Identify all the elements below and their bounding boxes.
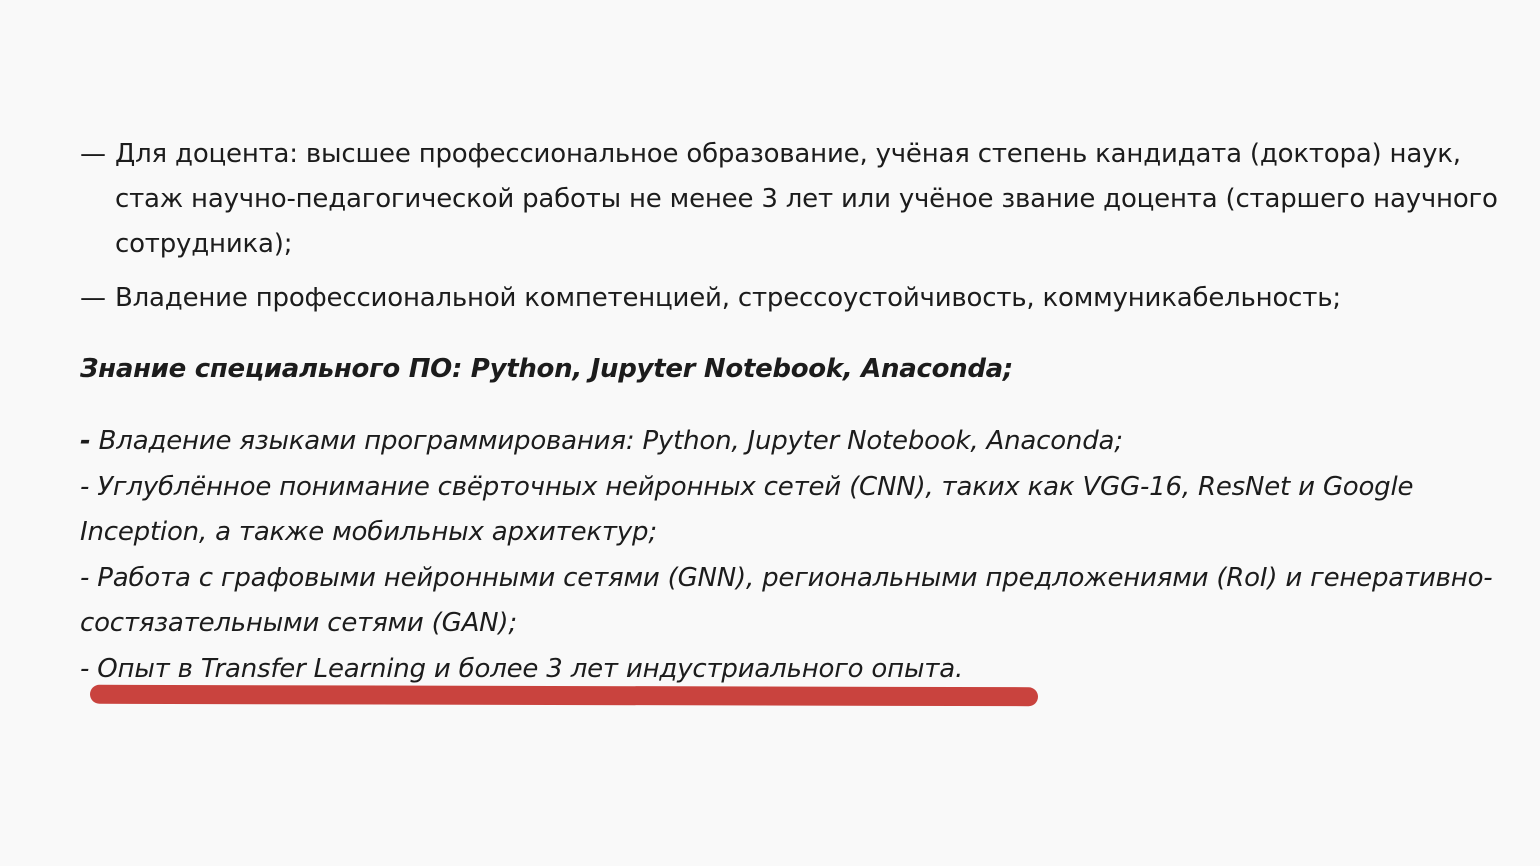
skill-languages-text: Владение языками программирования: Pytho… bbox=[90, 426, 1123, 456]
skills-list: - Владение языками программирования: Pyt… bbox=[80, 419, 1500, 692]
skill-cnn-text: Углублённое понимание свёрточных нейронн… bbox=[80, 471, 1414, 548]
dash-marker: — bbox=[80, 139, 106, 169]
dash-marker: — bbox=[80, 283, 106, 313]
list-item: - Углублённое понимание свёрточных нейро… bbox=[80, 465, 1500, 556]
dash-marker: - bbox=[80, 562, 90, 593]
requirement-competence-text: Владение профессиональной компетенцией, … bbox=[115, 283, 1341, 313]
dash-marker: - bbox=[80, 426, 91, 456]
list-item: - Владение языками программирования: Pyt… bbox=[80, 419, 1500, 465]
list-item: - Работа с графовыми нейронными сетями (… bbox=[80, 556, 1500, 647]
dash-marker: - bbox=[80, 471, 90, 502]
red-highlight-underline bbox=[89, 684, 1039, 707]
requirement-docent-text: Для доцента: высшее профессиональное обр… bbox=[115, 139, 1498, 259]
list-item: — Владение профессиональной компетенцией… bbox=[80, 276, 1500, 321]
document-body: — Для доцента: высшее профессиональное о… bbox=[80, 132, 1500, 692]
skill-transfer-learning-text: Опыт в Transfer Learning и более 3 лет и… bbox=[89, 653, 964, 684]
software-heading: Знание специального ПО: Python, Jupyter … bbox=[80, 354, 1013, 384]
skill-gnn-text: Работа с графовыми нейронными сетями (GN… bbox=[80, 562, 1493, 639]
list-item: — Для доцента: высшее профессиональное о… bbox=[80, 132, 1500, 267]
dash-marker: - bbox=[80, 653, 90, 684]
